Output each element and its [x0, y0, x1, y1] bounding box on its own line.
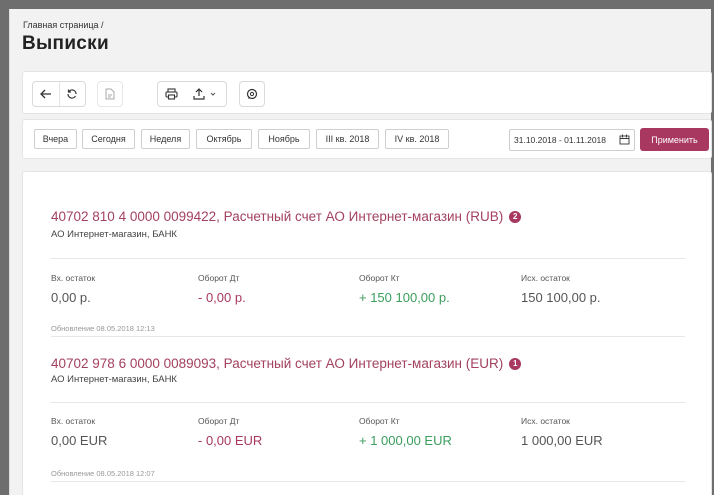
statements-page: Главная страница / Выписки Вчера Сегодня…	[9, 9, 712, 495]
account-title-eur[interactable]: 40702 978 6 0000 0089093, Расчетный счет…	[51, 356, 522, 371]
refresh-button[interactable]	[60, 82, 86, 106]
account-bank: АО Интернет-магазин, БАНК	[51, 374, 177, 385]
account-bank: АО Интернет-магазин, БАНК	[51, 229, 177, 240]
document-icon	[105, 88, 115, 100]
divider	[51, 481, 685, 482]
credit-turnover-label: Оборот Кт	[359, 416, 400, 426]
period-q3-2018-button[interactable]: III кв. 2018	[316, 129, 379, 149]
search-button-group	[239, 81, 265, 107]
print-export-button-group	[157, 81, 227, 107]
back-button[interactable]	[33, 82, 59, 106]
closing-balance-value: 150 100,00 р.	[521, 290, 601, 305]
breadcrumb[interactable]: Главная страница /	[23, 20, 104, 30]
back-arrow-icon	[39, 89, 51, 99]
export-icon	[193, 88, 205, 100]
divider	[51, 258, 685, 259]
closing-balance-value: 1 000,00 EUR	[521, 433, 603, 448]
page-title: Выписки	[22, 33, 109, 54]
updated-timestamp: Обновление 08.05.2018 12:13	[51, 324, 155, 333]
account-title-text: 40702 978 6 0000 0089093, Расчетный счет…	[51, 356, 504, 371]
date-range-input[interactable]: 31.10.2018 - 01.11.2018	[509, 129, 635, 151]
accounts-panel: 40702 810 4 0000 0099422, Расчетный счет…	[22, 171, 712, 495]
refresh-icon	[67, 89, 77, 99]
debit-turnover-label: Оборот Дт	[198, 416, 240, 426]
period-november-button[interactable]: Ноябрь	[258, 129, 310, 149]
date-range-value: 31.10.2018 - 01.11.2018	[514, 135, 607, 145]
chevron-down-icon	[210, 92, 216, 96]
account-title-text: 40702 810 4 0000 0099422, Расчетный счет…	[51, 209, 504, 224]
opening-balance-value: 0,00 EUR	[51, 433, 108, 448]
updated-timestamp: Обновление 08.05.2018 12:07	[51, 469, 155, 478]
credit-turnover-value: + 1 000,00 EUR	[359, 433, 452, 448]
period-filter-bar: Вчера Сегодня Неделя Октябрь Ноябрь III …	[22, 119, 712, 159]
opening-balance-label: Вх. остаток	[51, 273, 96, 283]
print-icon	[164, 88, 178, 100]
notification-badge: 2	[509, 210, 522, 223]
notification-badge: 1	[509, 357, 522, 370]
credit-turnover-label: Оборот Кт	[359, 273, 400, 283]
divider	[51, 336, 685, 337]
period-today-button[interactable]: Сегодня	[82, 129, 135, 149]
debit-turnover-value: - 0,00 р.	[198, 290, 246, 305]
navigation-button-group	[32, 81, 86, 107]
period-q4-2018-button[interactable]: IV кв. 2018	[385, 129, 449, 149]
account-title-rub[interactable]: 40702 810 4 0000 0099422, Расчетный счет…	[51, 209, 522, 224]
apply-button[interactable]: Применить	[640, 128, 709, 151]
print-button[interactable]	[158, 82, 184, 106]
debit-turnover-value: - 0,00 EUR	[198, 433, 263, 448]
calendar-icon[interactable]	[619, 134, 630, 145]
closing-balance-label: Исх. остаток	[521, 416, 570, 426]
document-button[interactable]	[98, 82, 122, 106]
debit-turnover-label: Оборот Дт	[198, 273, 240, 283]
search-icon	[246, 88, 258, 100]
credit-turnover-value: + 150 100,00 р.	[359, 290, 450, 305]
period-week-button[interactable]: Неделя	[141, 129, 190, 149]
period-yesterday-button[interactable]: Вчера	[34, 129, 77, 149]
closing-balance-label: Исх. остаток	[521, 273, 570, 283]
opening-balance-label: Вх. остаток	[51, 416, 96, 426]
document-button-group	[97, 81, 123, 107]
toolbar	[22, 71, 712, 114]
search-button[interactable]	[240, 82, 264, 106]
divider	[51, 402, 685, 403]
export-dropdown-button[interactable]	[184, 82, 226, 106]
opening-balance-value: 0,00 р.	[51, 290, 91, 305]
period-october-button[interactable]: Октябрь	[196, 129, 252, 149]
